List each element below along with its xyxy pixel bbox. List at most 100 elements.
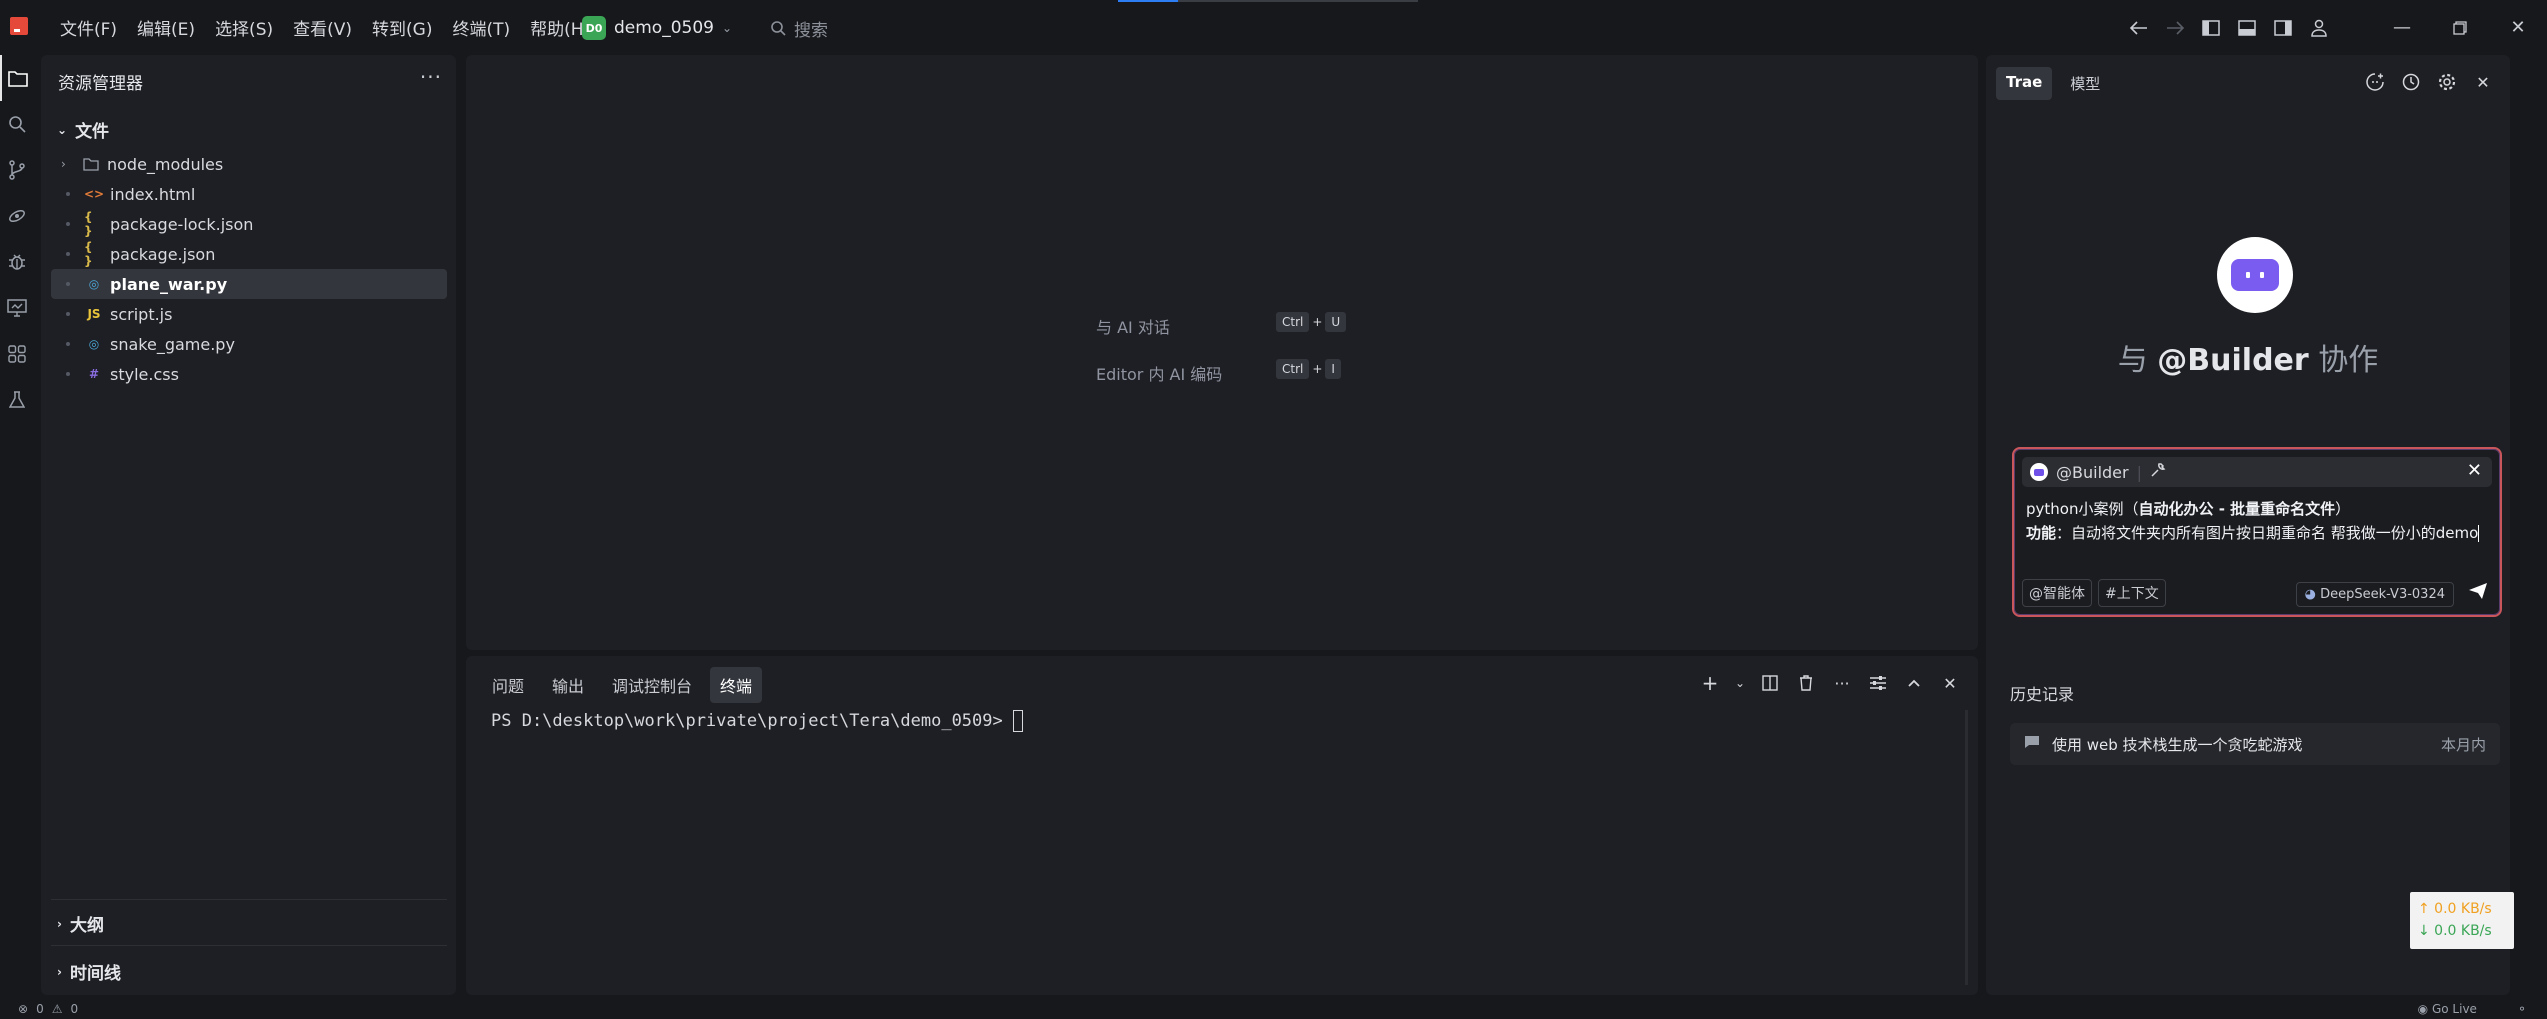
terminal-prompt-text: PS D:\desktop\work\private\project\Tera\… [491,711,1003,731]
account-icon[interactable] [2301,10,2337,46]
divider [51,945,447,946]
menu-edit[interactable]: 编辑(E) [127,15,205,40]
editor-area[interactable]: 与 AI 对话 Ctrl + U Editor 内 AI 编码 Ctrl + I [466,55,1978,650]
agent-chip[interactable]: @智能体 [2022,579,2092,607]
chat-input-box[interactable]: @Builder | ✕ python小案例（自动化办公 - 批量重命名文件） … [2012,447,2502,617]
terminal-scrollbar[interactable] [1965,710,1968,985]
toggle-aux-bar-icon[interactable] [2265,10,2301,46]
activity-bar [0,55,33,995]
indent-dot [66,252,70,256]
close-chat-icon[interactable]: ✕ [2470,69,2496,95]
remote-icon[interactable] [0,193,33,239]
extensions-icon[interactable] [0,331,33,377]
error-icon: ⊗ [18,1002,29,1016]
tools-icon[interactable] [2150,462,2166,482]
tab-output[interactable]: 输出 [542,667,594,703]
project-switcher[interactable]: D0 demo_0509 ⌄ [582,14,732,42]
menu-goto[interactable]: 转到(G) [362,15,442,40]
file-item-plane-war-py[interactable]: ◎ plane_war.py [51,269,447,299]
title-actions: — ✕ [2121,0,2547,55]
chat-input-text[interactable]: python小案例（自动化办公 - 批量重命名文件） 功能：自动将文件夹内所有图… [2026,497,2492,545]
shortcut-chat: Ctrl + U [1276,312,1347,332]
forward-icon[interactable] [2157,10,2193,46]
split-terminal-icon[interactable] [1754,667,1786,699]
menu-select[interactable]: 选择(S) [205,15,283,40]
network-speed-widget: ↑ 0.0 KB/s ↓ 0.0 KB/s [2410,892,2514,949]
bottom-panel: 问题 输出 调试控制台 终端 + ⌄ ··· ✕ PS D:\desktop\w… [466,656,1978,995]
testing-icon[interactable] [0,377,33,423]
tab-problems[interactable]: 问题 [482,667,534,703]
model-selector[interactable]: ◕ DeepSeek-V3-0324 [2295,582,2454,607]
file-item-snake-game-py[interactable]: ◎ snake_game.py [51,329,447,359]
input-tools: @智能体 #上下文 [2022,579,2166,607]
history-item-title: 使用 web 技术栈生成一个贪吃蛇游戏 [2052,735,2303,754]
file-name: snake_game.py [110,334,235,354]
file-name: script.js [110,304,173,324]
outline-section-header[interactable]: › 大纲 [57,911,104,936]
app-logo [10,17,28,35]
trash-icon[interactable] [1790,667,1822,699]
html-file-icon: <> [83,187,105,201]
context-chip[interactable]: #上下文 [2098,579,2166,607]
source-control-icon[interactable] [0,147,33,193]
tab-model[interactable]: 模型 [2060,67,2110,100]
file-item-index-html[interactable]: <> index.html [51,179,447,209]
go-live-button[interactable]: ◉ Go Live [2418,1002,2477,1016]
preview-icon[interactable] [0,285,33,331]
explorer-title: 资源管理器 [58,74,143,94]
py-file-icon: ◎ [88,277,100,291]
tab-trae[interactable]: Trae [1996,67,2053,100]
notifications-icon[interactable]: ⚬ [2517,1002,2527,1016]
timeline-label: 时间线 [69,964,121,984]
more-icon[interactable]: ··· [1826,667,1858,699]
sliders-icon[interactable] [1862,667,1894,699]
menu-file[interactable]: 文件(F) [50,15,127,40]
menu-terminal[interactable]: 终端(T) [442,15,520,40]
js-file-icon: JS [87,307,101,321]
send-icon[interactable] [2468,582,2488,605]
close-panel-icon[interactable]: ✕ [1934,667,1966,699]
back-icon[interactable] [2121,10,2157,46]
file-item-style-css[interactable]: # style.css [51,359,447,389]
more-actions-icon[interactable]: ··· [420,65,442,89]
search-box[interactable]: 搜索 [770,14,828,42]
restore-icon[interactable] [2431,0,2489,55]
history-title: 历史记录 [2010,685,2075,704]
toggle-panel-icon[interactable] [2229,10,2265,46]
whale-icon: ◕ [2304,587,2316,602]
robot-icon [2231,259,2279,291]
tab-debug-console[interactable]: 调试控制台 [602,667,702,703]
search-icon [771,21,786,36]
history-icon[interactable] [2398,69,2424,95]
files-section-header[interactable]: ⌄ 文件 [57,117,109,142]
chevron-down-icon[interactable]: ⌄ [1730,667,1750,699]
history-item[interactable]: 使用 web 技术栈生成一个贪吃蛇游戏 本月内 [2010,723,2500,765]
outline-label: 大纲 [69,916,104,936]
tab-terminal[interactable]: 终端 [710,667,763,703]
maximize-panel-icon[interactable] [1898,667,1930,699]
indent-dot [66,312,70,316]
problems-status[interactable]: ⊗ 0 ⚠ 0 [18,1002,78,1016]
agent-tag: @Builder [2056,462,2129,482]
file-name: style.css [110,364,179,384]
chat-tabs: Trae 模型 [1996,67,2110,100]
file-name: plane_war.py [110,274,228,294]
new-terminal-icon[interactable]: + [1694,667,1726,699]
new-chat-icon[interactable] [2362,69,2388,95]
menu-view[interactable]: 查看(V) [283,15,362,40]
search-view-icon[interactable] [0,101,33,147]
file-item-script-js[interactable]: JS script.js [51,299,447,329]
remove-agent-icon[interactable]: ✕ [2467,460,2482,481]
explorer-icon[interactable] [0,55,33,101]
timeline-section-header[interactable]: › 时间线 [57,959,121,984]
debug-icon[interactable] [0,239,33,285]
file-item-package-lock-json[interactable]: { } package-lock.json [51,209,447,239]
file-item-package-json[interactable]: { } package.json [51,239,447,269]
file-item-node-modules[interactable]: › node_modules [51,149,447,179]
project-badge: D0 [582,16,606,40]
close-window-icon[interactable]: ✕ [2489,0,2547,55]
settings-gear-icon[interactable] [2434,69,2460,95]
terminal-prompt[interactable]: PS D:\desktop\work\private\project\Tera\… [491,710,1023,732]
toggle-sidebar-icon[interactable] [2193,10,2229,46]
minimize-icon[interactable]: — [2373,0,2431,55]
